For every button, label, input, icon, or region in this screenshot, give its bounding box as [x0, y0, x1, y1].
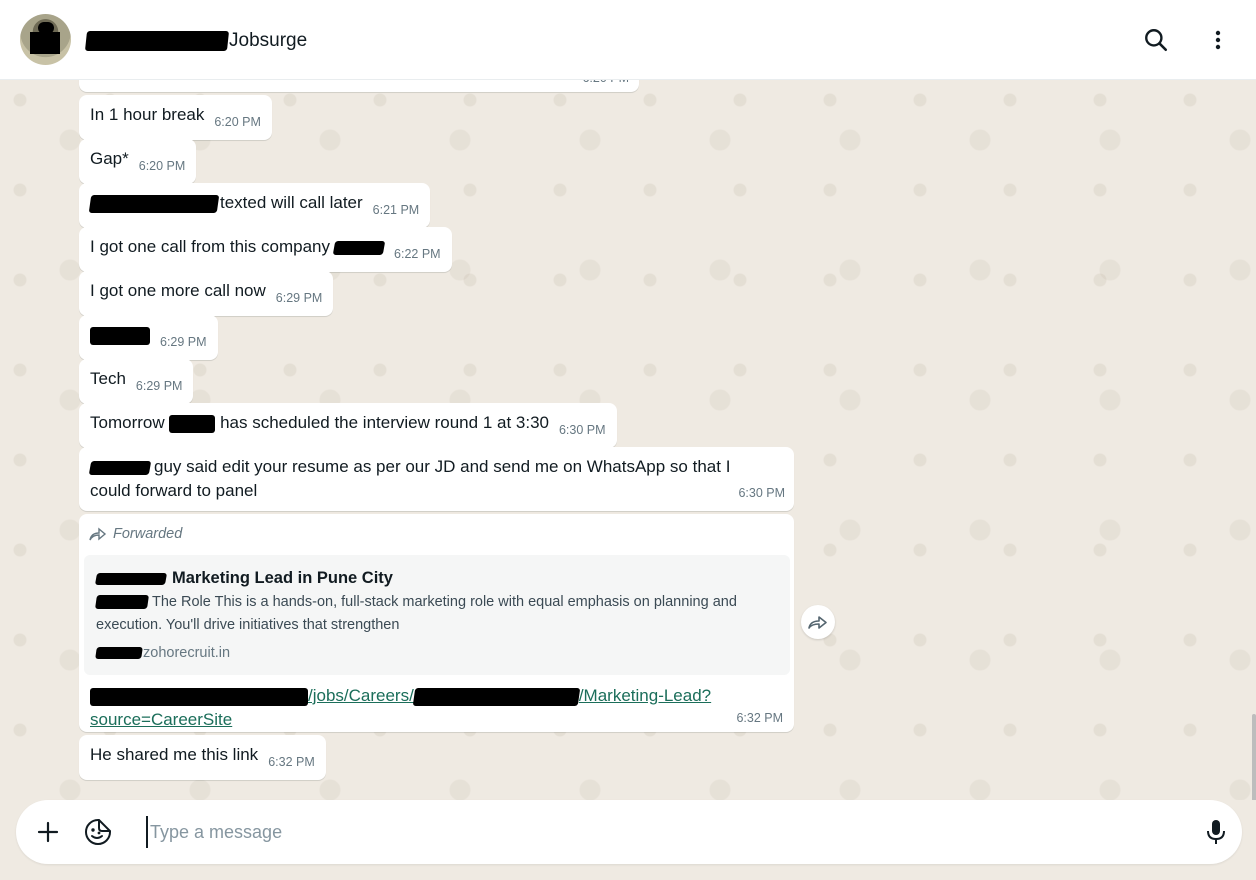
message-bubble-partial[interactable]: 6:20 PM	[79, 80, 639, 92]
contact-name-suffix: Jobsurge	[229, 30, 308, 51]
redacted-text	[84, 31, 230, 51]
redacted-text	[88, 460, 152, 475]
message-text: He shared me this link	[90, 745, 259, 764]
link-preview-description: The Role This is a hands-on, full-stack …	[95, 594, 737, 633]
message-time: 6:20 PM	[138, 159, 186, 173]
message-link[interactable]: /jobs/Careers//Marketing-Lead? source=Ca…	[90, 684, 783, 732]
message-bubble[interactable]: Tech 6:29 PM	[79, 359, 194, 404]
contact-avatar[interactable]	[20, 14, 71, 65]
message-text: Tomorrow	[90, 413, 165, 432]
chat-messages-pane[interactable]: 6:20 PM In 1 hour break 6:20 PM Gap* 6:20 …	[0, 80, 1256, 800]
search-icon[interactable]	[1140, 24, 1172, 56]
message-bubble[interactable]: 6:29 PM	[79, 315, 218, 360]
message-text: Tech	[90, 369, 126, 388]
message-text: In 1 hour break	[90, 105, 205, 124]
forwarded-label: Forwarded	[84, 522, 789, 546]
link-preview-domain: zohorecruit.in	[95, 641, 778, 665]
redacted-text	[94, 572, 168, 585]
message-bubble[interactable]: guy said edit your resume as per our JD …	[79, 447, 794, 511]
attach-plus-icon[interactable]	[32, 816, 64, 848]
message-text: I got one more call now	[90, 281, 266, 300]
sticker-icon[interactable]	[82, 816, 114, 848]
forwarded-message-bubble[interactable]: Forwarded Marketing Lead in Pune City Th…	[79, 514, 794, 732]
message-text: guy said edit your resume as per our JD …	[154, 457, 731, 476]
redacted-text	[95, 647, 143, 660]
message-bubble[interactable]: I got one call from this company 6:22 PM	[79, 227, 452, 272]
forwarded-icon	[89, 527, 107, 541]
microphone-icon[interactable]	[1200, 816, 1232, 848]
link-preview-card[interactable]: Marketing Lead in Pune City The Role Thi…	[84, 555, 790, 675]
redacted-text	[169, 414, 216, 433]
message-time: 6:32 PM	[268, 755, 315, 769]
message-input[interactable]	[146, 816, 1186, 848]
message-time: 6:29 PM	[160, 335, 207, 349]
message-time: 6:30 PM	[738, 486, 785, 500]
forward-message-button[interactable]	[801, 605, 835, 639]
message-time: 6:29 PM	[275, 291, 323, 305]
message-time: 6:22 PM	[394, 247, 441, 261]
composer	[16, 800, 1242, 864]
redacted-text	[332, 240, 386, 255]
contact-name[interactable]: Jobsurge	[84, 28, 308, 54]
message-time: 6:20 PM	[214, 115, 261, 129]
kebab-menu-icon[interactable]	[1202, 24, 1234, 56]
message-bubble[interactable]: Gap* 6:20 PM	[79, 139, 197, 184]
message-time: 6:30 PM	[558, 423, 606, 437]
chat-scrollbar[interactable]	[1252, 714, 1256, 800]
message-bubble[interactable]: In 1 hour break 6:20 PM	[79, 95, 272, 140]
message-text: has scheduled the interview round 1 at 3…	[220, 413, 549, 432]
message-text: I got one call from this company	[90, 237, 331, 256]
redacted-text	[88, 194, 220, 213]
redacted-text	[90, 326, 150, 345]
composer-bar	[0, 800, 1256, 880]
message-text: texted will call later	[220, 193, 363, 212]
message-bubble[interactable]: texted will call later 6:21 PM	[79, 183, 431, 228]
redacted-text	[90, 687, 308, 706]
message-bubble[interactable]: He shared me this link 6:32 PM	[79, 735, 326, 780]
message-time: 6:21 PM	[372, 203, 420, 217]
link-preview-title: Marketing Lead in Pune City	[94, 567, 778, 589]
message-time: 6:29 PM	[135, 379, 183, 393]
message-time: 6:32 PM	[736, 711, 783, 725]
chat-header: Jobsurge	[0, 0, 1256, 80]
message-text: could forward to panel	[90, 481, 258, 500]
message-bubble[interactable]: Tomorrow has scheduled the interview rou…	[79, 403, 617, 448]
message-bubble[interactable]: I got one more call now 6:29 PM	[79, 271, 334, 316]
redacted-text	[412, 687, 581, 706]
forward-arrow-icon	[808, 616, 827, 629]
redacted-text	[95, 595, 149, 610]
message-text: Gap*	[90, 149, 129, 168]
